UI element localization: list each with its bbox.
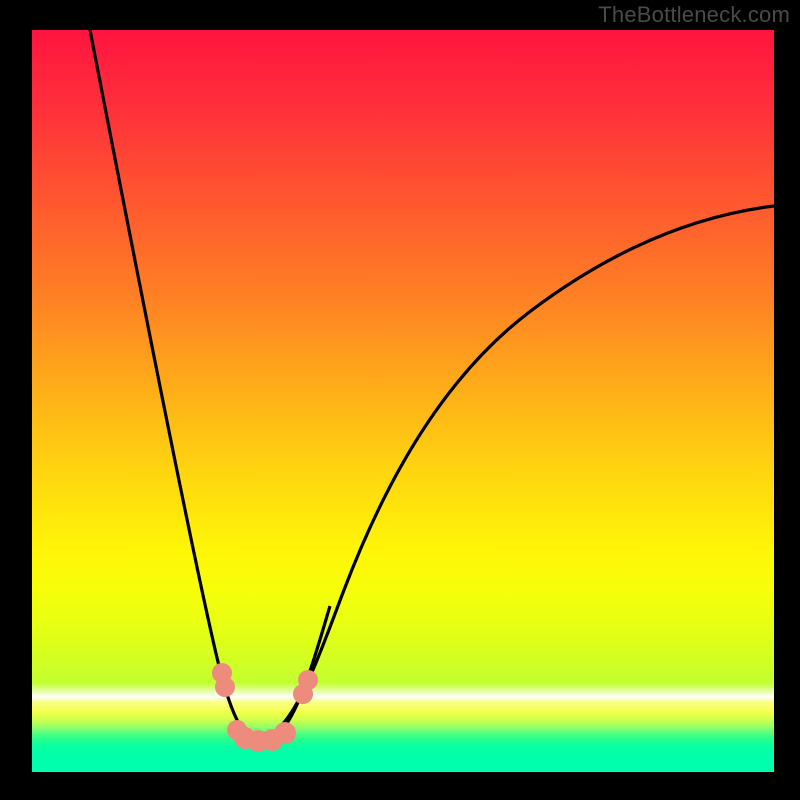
left-curve — [90, 30, 330, 742]
curve-lines — [90, 30, 774, 742]
trough-markers — [212, 663, 318, 752]
trough-marker-dot — [298, 670, 318, 690]
chart-svg-layer — [32, 30, 774, 772]
watermark-label: TheBottleneck.com — [598, 2, 790, 28]
chart-plot-area — [32, 30, 774, 772]
right-curve — [250, 206, 774, 742]
trough-marker-dot — [215, 677, 235, 697]
trough-marker-dot — [274, 722, 296, 744]
